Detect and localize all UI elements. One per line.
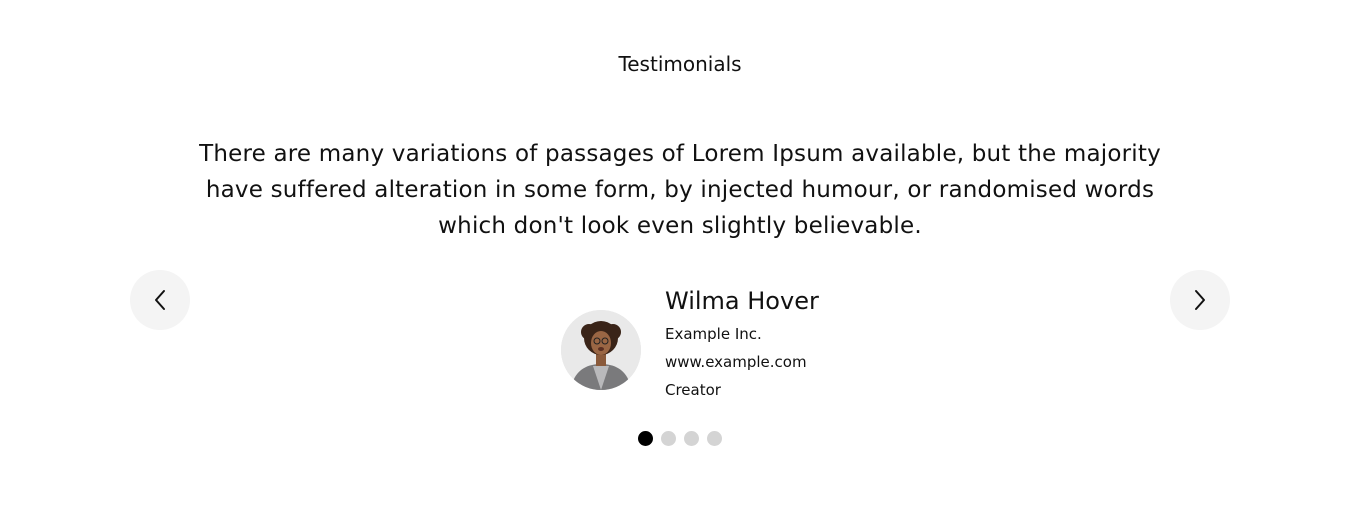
testimonial-author: Wilma Hover Example Inc. www.example.com… xyxy=(561,284,819,404)
chevron-left-icon xyxy=(153,289,167,311)
pagination-dot-2[interactable] xyxy=(661,431,676,446)
section-title: Testimonials xyxy=(618,52,742,76)
next-slide-button[interactable] xyxy=(1170,270,1230,330)
author-role: Creator xyxy=(665,381,721,399)
prev-slide-button[interactable] xyxy=(130,270,190,330)
testimonial-quote: There are many variations of passages of… xyxy=(199,141,1161,239)
author-website: www.example.com xyxy=(665,353,807,371)
pagination-dot-3[interactable] xyxy=(684,431,699,446)
testimonials-section: Testimonials There are many variations o… xyxy=(0,0,1360,514)
chevron-right-icon xyxy=(1193,289,1207,311)
carousel-pagination xyxy=(638,431,730,446)
author-name: Wilma Hover xyxy=(665,287,819,315)
pagination-dot-1[interactable] xyxy=(638,431,653,446)
pagination-dot-4[interactable] xyxy=(707,431,722,446)
author-company: Example Inc. xyxy=(665,325,762,343)
author-info: Wilma Hover Example Inc. www.example.com… xyxy=(665,284,819,404)
avatar xyxy=(561,310,641,390)
